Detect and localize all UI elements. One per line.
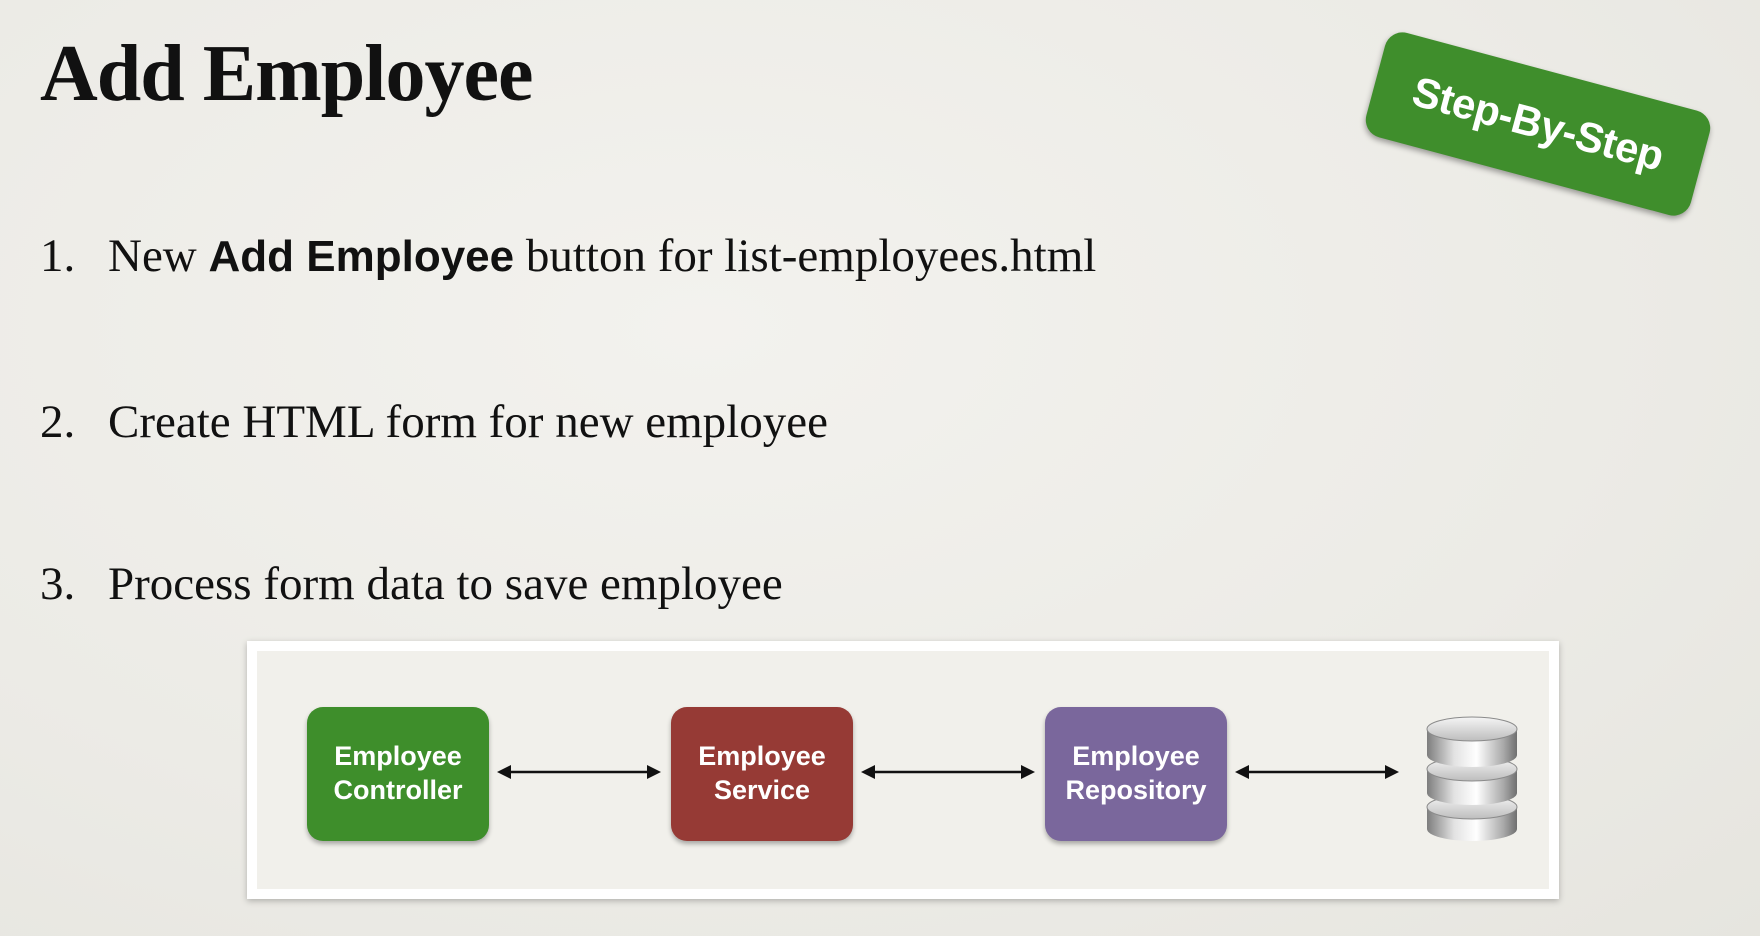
step-1-bold-text: Add Employee	[208, 232, 515, 281]
step-2-number: 2.	[40, 396, 76, 448]
step-by-step-badge: Step-By-Step	[1361, 28, 1715, 220]
step-2: 2. Create HTML form for new employee	[40, 394, 828, 450]
employee-repository-node: Employee Repository	[1045, 707, 1227, 841]
employee-service-node: Employee Service	[671, 707, 853, 841]
bidirectional-arrow-icon	[1235, 765, 1399, 779]
step-1-text-before: New	[108, 230, 209, 282]
badge-label: Step-By-Step	[1407, 67, 1669, 180]
slide-title: Add Employee	[40, 30, 533, 118]
bidirectional-arrow-icon	[861, 765, 1035, 779]
step-1: 1. New Add Employee button for list-emplo…	[40, 228, 1096, 284]
step-3: 3. Process form data to save employee	[40, 556, 783, 612]
database-icon	[1426, 716, 1518, 841]
step-3-number: 3.	[40, 558, 76, 610]
architecture-diagram: Employee Controller Employee Service Emp…	[247, 641, 1559, 899]
node-label-line2: Service	[713, 775, 811, 805]
step-3-text: Process form data to save employee	[108, 558, 783, 610]
slide: Add Employee Step-By-Step 1. New Add Empl…	[0, 0, 1760, 936]
employee-controller-node: Employee Controller	[307, 707, 489, 841]
node-label-line2: Controller	[333, 775, 463, 805]
node-label-line1: Employee	[334, 741, 462, 772]
step-1-text-after: button for list-employees.html	[514, 230, 1097, 282]
node-label-line1: Employee	[698, 741, 826, 772]
node-label-line2: Repository	[1065, 775, 1207, 805]
bidirectional-arrow-icon	[497, 765, 661, 779]
step-2-text: Create HTML form for new employee	[108, 396, 828, 448]
node-label-line1: Employee	[1072, 741, 1200, 772]
step-1-number: 1.	[40, 230, 76, 282]
